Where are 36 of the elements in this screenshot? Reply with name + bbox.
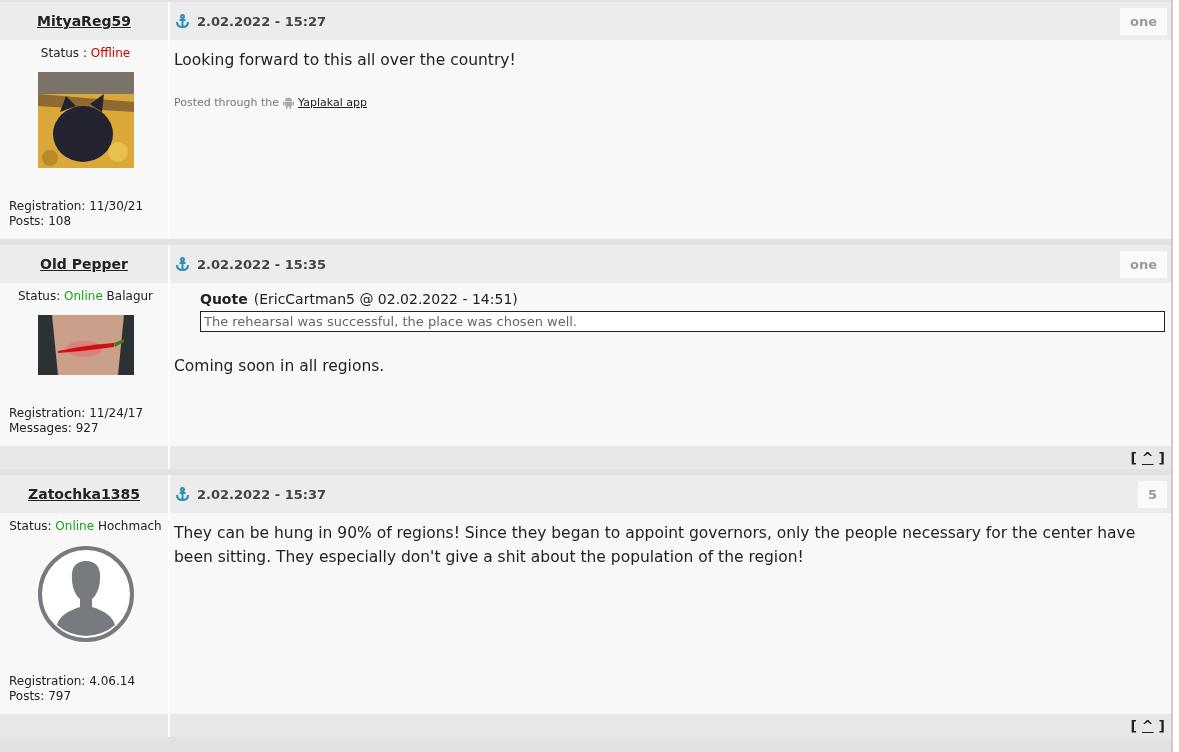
- anchor-icon[interactable]: [176, 257, 189, 271]
- scroll-top-link[interactable]: ^: [1141, 717, 1154, 734]
- bracket-text: ]: [1158, 717, 1165, 734]
- bracket-text: [: [1130, 717, 1137, 734]
- bracket-text: ]: [1158, 449, 1165, 466]
- user-stat: Posts: 797: [9, 689, 73, 704]
- post-date: 2.02.2022 - 15:35: [197, 256, 327, 272]
- quote-title: Quote: [200, 291, 248, 307]
- status-value: Online: [64, 289, 103, 303]
- status-label: Status:: [17, 289, 61, 303]
- user-stat: Registration: 11/30/21: [9, 199, 145, 214]
- user-stat: Registration: 4.06.14: [9, 674, 137, 689]
- anchor-icon[interactable]: [176, 14, 189, 28]
- status-label: Status :: [40, 46, 87, 60]
- post-date: 2.02.2022 - 15:37: [197, 486, 327, 502]
- post-text: They can be hung in 90% of regions! Since they began to appoint governors, only the people necessary for the center have been sitting. They especially don't give a shit about the population of the region!: [174, 523, 1137, 568]
- signature-text: Posted through the: [174, 96, 280, 109]
- post-date: 2.02.2022 - 15:27: [197, 13, 327, 29]
- user-stat: Messages: 927: [9, 421, 100, 436]
- anchor-icon[interactable]: [176, 487, 189, 501]
- scroll-top-link[interactable]: ^: [1141, 449, 1154, 466]
- android-icon: [283, 96, 295, 109]
- app-link[interactable]: Yaplakal app: [298, 96, 367, 109]
- bracket-text: [: [1130, 449, 1137, 466]
- status-value: Offline: [90, 46, 131, 60]
- avatar-silhouette-icon: [36, 545, 135, 643]
- quote-source: (EricCartman5 @ 02.02.2022 - 14:51): [253, 291, 518, 307]
- quote-text: The rehearsal was successful, the place was chosen well.: [200, 311, 1165, 332]
- user-stat: Posts: 108: [9, 214, 73, 229]
- status-label: Status:: [9, 519, 52, 533]
- user-stat: Registration: 11/24/17: [9, 406, 145, 421]
- status-value: Online: [55, 519, 95, 533]
- post-text: Looking forward to this all over the country!: [174, 50, 517, 71]
- user-rank: Hochmach: [97, 519, 162, 533]
- user-rank: Balagur: [106, 289, 154, 303]
- post-text: Coming soon in all regions.: [174, 356, 386, 377]
